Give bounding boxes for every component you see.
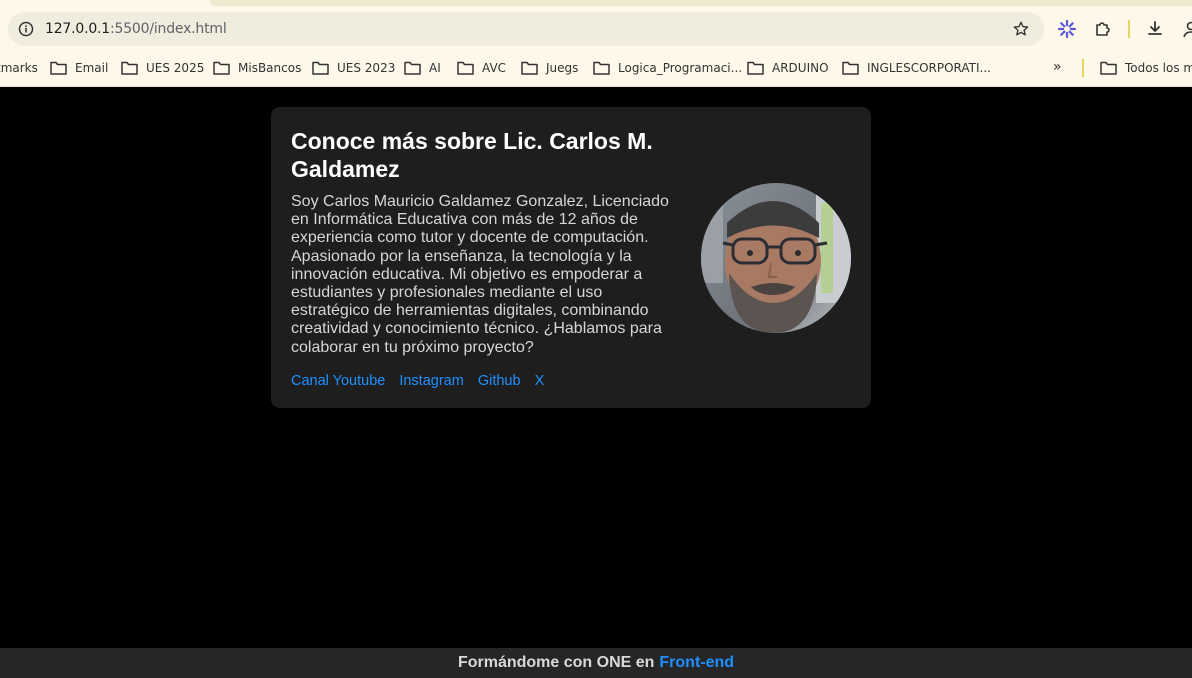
folder-icon (521, 61, 538, 75)
bookmark-label: Logica_Programaci... (618, 61, 743, 75)
extensions-puzzle-icon[interactable] (1092, 18, 1114, 40)
profile-icon[interactable] (1180, 18, 1192, 40)
url-path: :5500/index.html (110, 21, 227, 37)
bookmarks-bar: tmarks Email UES 2025 MisBancos UES 2023… (0, 50, 1192, 87)
all-bookmarks-folder[interactable]: Todos los ma (1100, 58, 1192, 78)
instagram-link[interactable]: Instagram (399, 373, 463, 389)
folder-icon (593, 61, 610, 75)
bookmark-label: Todos los ma (1125, 61, 1192, 75)
x-link[interactable]: X (535, 373, 545, 389)
folder-icon (50, 61, 67, 75)
bookmark-label: MisBancos (238, 61, 302, 75)
card-bio: Soy Carlos Mauricio Galdamez Gonzalez, L… (291, 193, 669, 356)
tab-strip-edge (210, 0, 1192, 6)
youtube-link[interactable]: Canal Youtube (291, 373, 385, 389)
bookmark-folder[interactable]: UES 2023 (312, 58, 395, 78)
bookmark-label: UES 2025 (146, 61, 205, 75)
address-bar[interactable]: 127.0.0.1:5500/index.html (8, 12, 1044, 46)
bookmark-item[interactable]: tmarks (0, 58, 38, 78)
folder-icon (842, 61, 859, 75)
bookmark-label: AVC (482, 61, 507, 75)
bookmark-folder[interactable]: Juegs (521, 58, 578, 78)
social-links: Canal Youtube Instagram Github X (291, 373, 686, 389)
bookmark-folder[interactable]: Email (50, 58, 108, 78)
bookmark-folder[interactable]: INGLESCORPORATI... (842, 58, 991, 78)
folder-icon (312, 61, 329, 75)
page-footer: Formándome con ONE en Front-end (0, 648, 1192, 678)
browser-toolbar: 127.0.0.1:5500/index.html (0, 0, 1192, 50)
url-text[interactable]: 127.0.0.1:5500/index.html (45, 21, 227, 37)
bookmarks-separator (1082, 59, 1084, 77)
bookmark-label: Email (75, 61, 109, 75)
bookmark-label: INGLESCORPORATI... (867, 61, 991, 75)
card-title: Conoce más sobre Lic. Carlos M. Galdamez (291, 128, 653, 182)
more-bookmarks-chevron-icon[interactable]: » (1053, 59, 1062, 75)
footer-text: Formándome con ONE en (457, 654, 655, 671)
bookmark-label: ARDUINO (772, 61, 829, 75)
toolbar-separator (1128, 20, 1130, 38)
bookmark-label: tmarks (0, 61, 38, 75)
folder-icon (404, 61, 421, 75)
bookmark-label: AI (429, 61, 441, 75)
about-card: Conoce más sobre Lic. Carlos M. Galdamez… (271, 107, 871, 408)
bookmark-folder[interactable]: UES 2025 (121, 58, 204, 78)
url-host: 127.0.0.1 (45, 21, 110, 37)
site-info-icon[interactable] (18, 21, 34, 37)
bookmark-folder[interactable]: ARDUINO (747, 58, 829, 78)
bookmark-star-icon[interactable] (1012, 20, 1030, 38)
bookmark-folder[interactable]: MisBancos (213, 58, 301, 78)
avatar-photo (701, 183, 851, 333)
folder-icon (457, 61, 474, 75)
download-icon[interactable] (1144, 18, 1166, 40)
bookmark-folder[interactable]: AI (404, 58, 441, 78)
card-text: Conoce más sobre Lic. Carlos M. Galdamez… (291, 127, 686, 389)
bookmark-label: Juegs (546, 61, 579, 75)
folder-icon (747, 61, 764, 75)
toolbar-icons (1056, 14, 1192, 44)
bookmark-folder[interactable]: AVC (457, 58, 506, 78)
folder-icon (213, 61, 230, 75)
ai-sparkle-icon[interactable] (1056, 18, 1078, 40)
folder-icon (1100, 61, 1117, 75)
bookmark-folder[interactable]: Logica_Programaci... (593, 58, 742, 78)
github-link[interactable]: Github (478, 373, 521, 389)
page-content: Conoce más sobre Lic. Carlos M. Galdamez… (0, 88, 1192, 648)
footer-accent: Front-end (659, 654, 735, 671)
bookmark-label: UES 2023 (337, 61, 396, 75)
folder-icon (121, 61, 138, 75)
